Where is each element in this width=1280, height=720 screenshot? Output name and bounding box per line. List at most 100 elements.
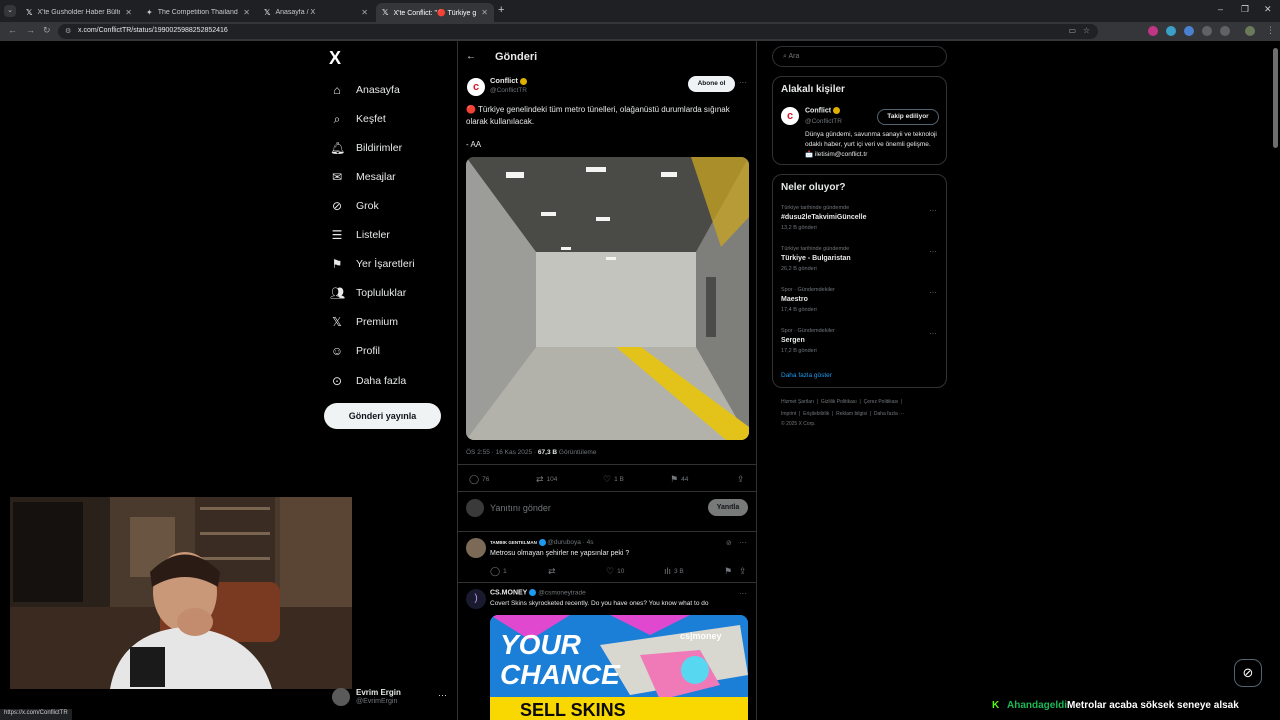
url-input[interactable]: ⚙ x.com/ConflictTR/status/19900259882528…	[58, 24, 1098, 39]
share-action[interactable]: ⇪	[737, 474, 745, 485]
account-avatar[interactable]	[332, 688, 350, 706]
footer-link[interactable]: Çerez Politikası	[864, 399, 899, 405]
post-more-icon[interactable]: ···	[739, 78, 747, 87]
bell-icon: 🔔︎	[330, 141, 346, 155]
copyright: © 2025 X Corp.	[781, 421, 816, 427]
grok-icon[interactable]: ⊘	[726, 539, 732, 547]
reply-avatar[interactable]	[466, 538, 486, 558]
back-icon[interactable]: ←	[8, 25, 17, 35]
forward-icon[interactable]: →	[26, 25, 35, 35]
like-action[interactable]: ♡ 1 B	[603, 474, 624, 485]
footer-link[interactable]: Hizmet Şartları	[781, 399, 814, 405]
extension-icon[interactable]	[1148, 26, 1158, 36]
trend-name[interactable]: Sergen	[781, 337, 805, 344]
grok-float-icon[interactable]: ⊘	[1234, 659, 1262, 687]
sidebar-item-8[interactable]: 𝕏 Premium	[330, 312, 398, 332]
sidebar-item-0[interactable]: ⌂ Anasayfa	[330, 80, 399, 100]
cast-icon[interactable]: ▭	[1068, 26, 1076, 35]
new-tab-icon[interactable]: +	[498, 4, 504, 16]
ad-author-row[interactable]: CS.MONEY @csmoneytrade	[490, 589, 586, 596]
footer-link[interactable]: Reklam bilgisi	[836, 411, 867, 417]
trend-name[interactable]: Maestro	[781, 296, 808, 303]
maximize-icon[interactable]: ❐	[1241, 4, 1249, 15]
site-info-icon[interactable]: ⚙	[65, 27, 71, 35]
extension-icon[interactable]	[1184, 26, 1194, 36]
browser-address-bar: ← → ↻ ⚙ x.com/ConflictTR/status/19900259…	[0, 22, 1280, 41]
footer-link[interactable]: Imprint	[781, 411, 796, 417]
sidebar-item-5[interactable]: ☰ Listeler	[330, 225, 390, 245]
reply-more-icon[interactable]: ···	[739, 538, 747, 547]
trend-name[interactable]: #dusu2leTakvimiGüncelle	[781, 214, 866, 221]
subscribe-button[interactable]: Abone ol	[688, 76, 735, 92]
footer-link[interactable]: Erişilebilirlik	[803, 411, 829, 417]
browser-menu-icon[interactable]: ⋮	[1266, 25, 1275, 36]
bookmark-action[interactable]: ⚑ 44	[670, 474, 688, 485]
sidebar-item-6[interactable]: ⚑ Yer İşaretleri	[330, 254, 415, 274]
bookmark-star-icon[interactable]: ☆	[1083, 26, 1090, 35]
author-name-row[interactable]: Conflict	[490, 76, 527, 85]
sidebar-item-1[interactable]: ⌕ Keşfet	[330, 109, 386, 129]
footer-link[interactable]: Gizlilik Politikası	[821, 399, 857, 405]
reply-views-action[interactable]: ılı 3 B	[664, 566, 684, 576]
reply-bookmark-action[interactable]: ⚑	[724, 566, 732, 577]
account-more-icon[interactable]: ···	[438, 690, 447, 700]
reply-share-action[interactable]: ⇪	[739, 566, 747, 577]
related-avatar[interactable]: c	[781, 107, 799, 125]
status-link: https://x.com/ConflictTR	[0, 709, 72, 720]
reply-author-row[interactable]: TAMBIK GENTELMAN @duruboya · 4s	[490, 539, 594, 547]
repost-action[interactable]: ⇄ 104	[536, 474, 557, 485]
trend-more-icon[interactable]: ···	[929, 247, 937, 256]
reply-input[interactable]: Yanıtını gönder	[490, 503, 551, 513]
ad-avatar[interactable]: )	[466, 589, 486, 609]
close-tab-icon[interactable]: ✕	[243, 8, 250, 17]
close-tab-icon[interactable]: ✕	[481, 8, 488, 17]
ad-image[interactable]: YOUR CHANCE SELL SKINS cs|money	[490, 615, 748, 720]
reply-like-action[interactable]: ♡ 10	[606, 566, 624, 577]
following-button[interactable]: Takip ediliyor	[877, 109, 939, 125]
reload-icon[interactable]: ↻	[43, 25, 51, 36]
sidebar-item-7[interactable]: 👥︎ Topluluklar	[330, 283, 406, 303]
close-window-icon[interactable]: ✕	[1264, 4, 1272, 15]
reply-repost-action[interactable]: ⇄	[548, 566, 556, 577]
footer-link[interactable]: Daha fazla ···	[874, 411, 904, 417]
trend-more-icon[interactable]: ···	[929, 206, 937, 215]
author-avatar[interactable]: c	[467, 78, 485, 96]
sidebar-item-9[interactable]: ☺ Profil	[330, 341, 380, 361]
sidebar-item-4[interactable]: ⊘ Grok	[330, 196, 379, 216]
browser-tab-1[interactable]: 𝕏 X'te Gusholder Haber Bülteni: " ✕	[20, 3, 138, 22]
reply-reply-action[interactable]: ◯ 1	[490, 566, 507, 577]
extension-icon[interactable]	[1166, 26, 1176, 36]
sidebar-item-label: Bildirimler	[356, 142, 403, 154]
close-tab-icon[interactable]: ✕	[125, 8, 132, 17]
trend-more-icon[interactable]: ···	[929, 288, 937, 297]
browser-tab-4-active[interactable]: 𝕏 X'te Conflict: "🔴 Türkiye gene... ✕	[376, 3, 494, 22]
profile-avatar-icon[interactable]	[1245, 26, 1255, 36]
reply-action[interactable]: ◯ 76	[469, 474, 489, 485]
extension-icon[interactable]	[1202, 26, 1212, 36]
reply-submit-button[interactable]: Yanıtla	[708, 499, 748, 516]
post-image-metro-tunnel[interactable]	[466, 157, 749, 440]
extensions-puzzle-icon[interactable]	[1220, 26, 1230, 36]
sidebar-item-2[interactable]: 🔔︎ Bildirimler	[330, 138, 402, 158]
search-input[interactable]: ⌕ Ara	[772, 46, 947, 67]
browser-tab-2[interactable]: ✦ The Competition Thailand | Mi... ✕	[140, 3, 256, 22]
sidebar-item-label: Mesajlar	[356, 171, 396, 183]
post-button[interactable]: Gönderi yayınla	[324, 403, 441, 429]
sidebar-item-10[interactable]: ⊙ Daha fazla	[330, 371, 406, 391]
scrollbar-thumb[interactable]	[1273, 48, 1278, 148]
related-name-row[interactable]: Conflict	[805, 107, 841, 114]
sidebar-item-3[interactable]: ✉ Mesajlar	[330, 167, 396, 187]
back-arrow-icon[interactable]: ←	[466, 51, 476, 62]
divider	[457, 531, 757, 532]
minimize-icon[interactable]: –	[1218, 4, 1223, 14]
close-tab-icon[interactable]: ✕	[361, 8, 368, 17]
x-logo[interactable]: X	[329, 48, 341, 69]
browser-tab-bar: ⌄ 𝕏 X'te Gusholder Haber Bülteni: " ✕ ✦ …	[0, 0, 1280, 22]
trend-more-icon[interactable]: ···	[929, 329, 937, 338]
ad-author-name: CS.MONEY	[490, 589, 528, 597]
show-more-link[interactable]: Daha fazla göster	[781, 372, 832, 379]
browser-tab-3[interactable]: 𝕏 Anasayfa / X ✕	[258, 3, 374, 22]
ad-more-icon[interactable]: ···	[739, 589, 747, 598]
trend-name[interactable]: Türkiye - Bulgaristan	[781, 255, 851, 262]
tab-search-icon[interactable]: ⌄	[4, 5, 16, 17]
